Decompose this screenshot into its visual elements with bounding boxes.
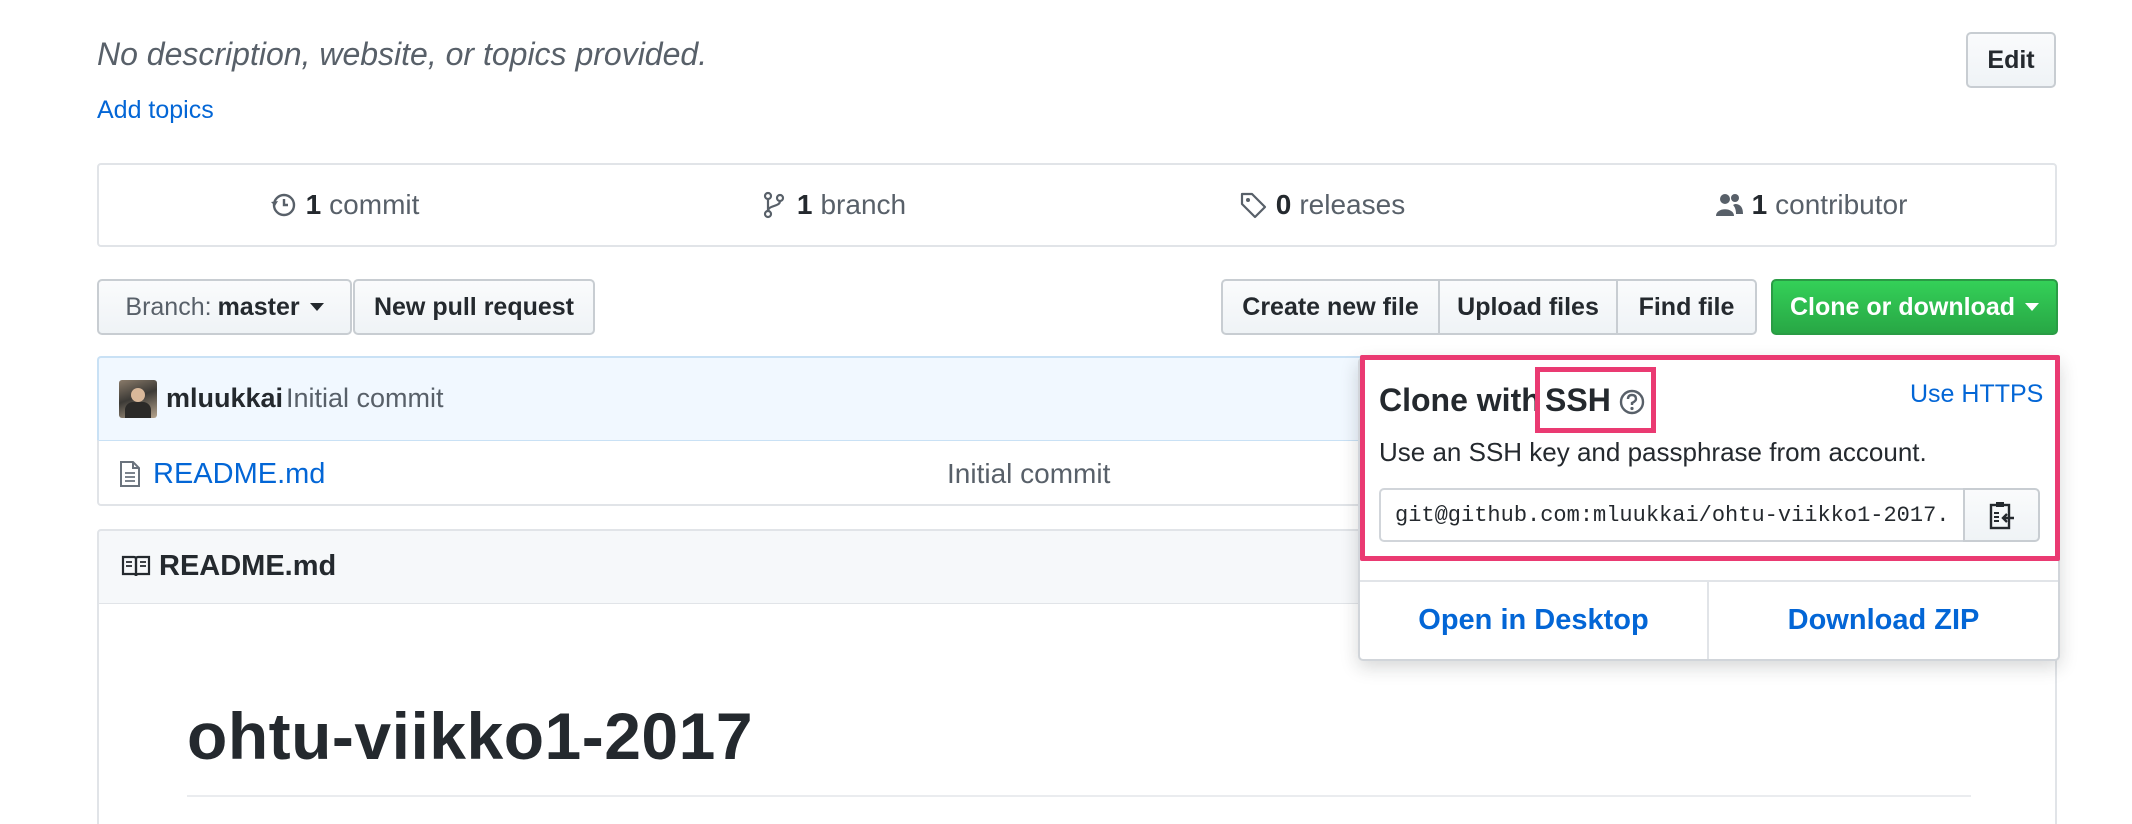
git-branch-icon: [763, 191, 784, 219]
releases-summary[interactable]: 0 releases: [1077, 165, 1566, 245]
heading-divider: [187, 795, 1971, 797]
highlight-box-ssh: [1535, 367, 1656, 433]
file-commit-message[interactable]: Initial commit: [947, 458, 1110, 490]
history-icon: [270, 193, 295, 217]
file-icon: [120, 461, 140, 487]
contributors-label: contributor: [1775, 189, 1908, 220]
add-topics-link[interactable]: Add topics: [97, 96, 214, 125]
file-actions-group: Create new file Upload files Find file: [1221, 279, 1757, 335]
contributors-count: 1: [1751, 189, 1768, 220]
branch-select-button[interactable]: Branch: master: [97, 279, 352, 335]
highlight-box-clone-panel: [1360, 355, 2060, 561]
clone-or-download-label: Clone or download: [1790, 292, 2015, 321]
find-file-button[interactable]: Find file: [1616, 279, 1757, 335]
new-pull-request-button[interactable]: New pull request: [353, 279, 595, 335]
contributors-summary[interactable]: 1 contributor: [1566, 165, 2055, 245]
numbers-summary: 1 commit 1 branch 0 releases 1 contribut…: [97, 163, 2057, 247]
caret-down-icon: [309, 303, 324, 311]
people-icon: [1715, 194, 1743, 216]
avatar[interactable]: [119, 380, 157, 418]
branches-count: 1: [796, 189, 813, 220]
commit-message[interactable]: Initial commit: [286, 383, 444, 414]
download-zip-button[interactable]: Download ZIP: [1709, 582, 2058, 659]
clone-or-download-button[interactable]: Clone or download: [1771, 279, 2058, 335]
branches-label: branch: [820, 189, 907, 220]
edit-button[interactable]: Edit: [1966, 32, 2056, 88]
releases-count: 0: [1275, 189, 1292, 220]
tag-icon: [1240, 192, 1266, 219]
commits-summary[interactable]: 1 commit: [99, 165, 588, 245]
branches-summary[interactable]: 1 branch: [588, 165, 1077, 245]
create-new-file-button[interactable]: Create new file: [1221, 279, 1440, 335]
branch-prefix: Branch:: [125, 292, 212, 321]
commit-author[interactable]: mluukkai: [166, 383, 283, 414]
upload-files-button[interactable]: Upload files: [1438, 279, 1618, 335]
branch-name: master: [217, 292, 300, 321]
readme-heading: ohtu-viikko1-2017: [187, 699, 754, 773]
releases-label: releases: [1299, 189, 1406, 220]
repo-description: No description, website, or topics provi…: [97, 36, 708, 72]
open-in-desktop-button[interactable]: Open in Desktop: [1360, 582, 1707, 659]
book-icon: [121, 555, 151, 577]
caret-down-icon: [2025, 303, 2039, 311]
commits-label: commit: [329, 189, 420, 220]
file-link-readme[interactable]: README.md: [153, 458, 325, 491]
commits-count: 1: [305, 189, 322, 220]
readme-title: README.md: [159, 550, 337, 582]
